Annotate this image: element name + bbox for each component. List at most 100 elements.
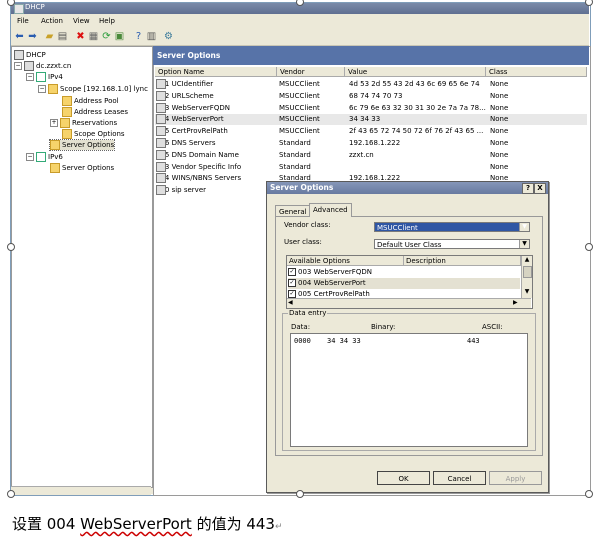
column-vendor[interactable]: Vendor xyxy=(277,67,345,77)
checkbox[interactable]: ✓ xyxy=(288,290,296,298)
options-icon[interactable]: ⚙ xyxy=(163,31,174,42)
server-icon xyxy=(24,61,34,71)
chevron-down-icon[interactable]: ▼ xyxy=(519,223,529,231)
option-list-item[interactable]: ✓ 003 WebServerFQDN xyxy=(288,267,520,278)
table-row[interactable]: 003 WebServerFQDN MSUCClient 6c 79 6e 63 3… xyxy=(155,102,587,114)
cell-text: Standard xyxy=(279,139,311,147)
resize-handle[interactable] xyxy=(585,490,593,498)
scroll-left-icon[interactable]: ◀ xyxy=(288,299,293,306)
tree-label: IPv4 xyxy=(48,73,63,81)
option-label: 003 WebServerFQDN xyxy=(298,268,372,276)
column-value[interactable]: Value xyxy=(345,67,486,77)
option-list-item[interactable]: ✓ 004 WebServerPort xyxy=(288,278,520,289)
cancel-button[interactable]: Cancel xyxy=(433,471,486,485)
cell-text: None xyxy=(490,80,509,88)
vendor-class-select[interactable]: MSUCClient ▼ xyxy=(374,222,530,232)
apply-button[interactable]: Apply xyxy=(489,471,542,485)
show-hide-tree-icon[interactable]: ▤ xyxy=(57,31,68,42)
cell-text: 2f 43 65 72 74 50 72 6f 76 2f 43 65 ... xyxy=(349,127,484,136)
menu-help[interactable]: Help xyxy=(99,17,115,25)
table-row[interactable]: 004 WebServerPort MSUCClient 34 34 33 None xyxy=(155,114,587,126)
ok-button[interactable]: OK xyxy=(377,471,430,485)
tree-item-scope[interactable]: − Scope [192.168.1.0] lync xyxy=(38,84,148,94)
cell-text: MSUCClient xyxy=(279,103,320,112)
menu-action[interactable]: Action xyxy=(41,17,63,25)
menu-view[interactable]: View xyxy=(73,17,90,25)
tree-horizontal-scrollbar[interactable] xyxy=(11,486,151,495)
delete-icon[interactable]: ✖ xyxy=(75,31,86,42)
refresh-icon[interactable]: ⟳ xyxy=(101,31,112,42)
table-row[interactable]: 005 CertProvRelPath MSUCClient 2f 43 65 72… xyxy=(155,126,587,137)
collapse-icon[interactable]: − xyxy=(38,85,46,93)
table-row[interactable]: 002 URLScheme MSUCClient 68 74 74 70 73 Non… xyxy=(155,90,587,102)
checkbox[interactable]: ✓ xyxy=(288,279,296,287)
forward-arrow-icon[interactable]: ➡ xyxy=(27,31,38,42)
export-icon[interactable]: ▣ xyxy=(114,31,125,42)
menu-file[interactable]: File xyxy=(17,17,29,25)
scroll-thumb[interactable] xyxy=(523,266,532,278)
user-class-select[interactable]: Default User Class ▼ xyxy=(374,239,530,249)
cell-text: 003 WebServerFQDN xyxy=(156,103,230,112)
option-label: 004 WebServerPort xyxy=(298,279,366,287)
cell-name: 043 Vendor Specific Info xyxy=(156,161,277,173)
properties-icon[interactable]: ▦ xyxy=(88,31,99,42)
horizontal-scrollbar[interactable]: ◀ ▶ xyxy=(287,298,531,308)
help-icon[interactable]: ? xyxy=(133,31,144,42)
column-class[interactable]: Class xyxy=(486,67,587,77)
cell-value: 192.168.1.222 xyxy=(349,138,487,149)
table-row[interactable]: 001 UCIdentifier MSUCClient 4d 53 2d 55 43… xyxy=(155,79,587,90)
cell-vendor: Standard xyxy=(279,138,345,149)
document-caption: 设置 004 WebServerPort 的值为 443↵ xyxy=(12,513,283,534)
tree-item-dhcp[interactable]: DHCP xyxy=(14,50,46,60)
table-row[interactable]: 015 DNS Domain Name Standard zzxt.cn None xyxy=(155,149,587,161)
tree-item-address-pool[interactable]: Address Pool xyxy=(62,96,119,106)
tree-item-ipv4[interactable]: − IPv4 xyxy=(26,72,63,82)
data-ascii-value[interactable]: 443 xyxy=(467,337,480,345)
cell-text: 34 34 33 xyxy=(349,115,381,124)
cell-text: None xyxy=(490,150,509,159)
column-available-options[interactable]: Available Options xyxy=(287,256,404,266)
console-icon[interactable]: ▥ xyxy=(146,31,157,42)
cell-class: None xyxy=(490,126,550,137)
resize-handle[interactable] xyxy=(7,243,15,251)
tree-item-ipv6[interactable]: − IPv6 xyxy=(26,152,63,162)
tree-item-address-leases[interactable]: Address Leases xyxy=(62,107,128,117)
tab-advanced[interactable]: Advanced xyxy=(309,203,352,217)
resize-handle[interactable] xyxy=(296,490,304,498)
up-folder-icon[interactable]: ▰ xyxy=(44,31,55,42)
chevron-down-icon[interactable]: ▼ xyxy=(519,240,529,248)
tree-label: Reservations xyxy=(72,119,118,127)
table-row[interactable]: 006 DNS Servers Standard 192.168.1.222 None xyxy=(155,138,587,149)
cell-name: 004 WebServerPort xyxy=(156,114,277,125)
expand-icon[interactable]: + xyxy=(50,119,58,127)
scroll-down-icon[interactable]: ▼ xyxy=(522,288,532,295)
table-row[interactable]: 043 Vendor Specific Info Standard None xyxy=(155,161,587,173)
cell-class: None xyxy=(490,162,550,173)
cell-text: 015 DNS Domain Name xyxy=(156,150,239,159)
data-binary-value[interactable]: 34 34 33 xyxy=(327,337,361,345)
data-entry-editor[interactable]: 0000 34 34 33 443 xyxy=(290,333,528,447)
cell-text: Standard xyxy=(279,162,311,171)
resize-handle[interactable] xyxy=(7,490,15,498)
close-button[interactable]: X xyxy=(534,183,546,194)
tree-item-server-options[interactable]: Server Options xyxy=(48,139,116,151)
collapse-icon[interactable]: − xyxy=(26,153,34,161)
column-option-name[interactable]: Option Name xyxy=(155,67,277,77)
collapse-icon[interactable]: − xyxy=(26,73,34,81)
tree-item-scope-options[interactable]: Scope Options xyxy=(62,129,125,139)
checkbox[interactable]: ✓ xyxy=(288,268,296,276)
caption-option-name: WebServerPort xyxy=(80,515,192,533)
collapse-icon[interactable]: − xyxy=(14,62,22,70)
tree-item-server[interactable]: − dc.zzxt.cn xyxy=(14,61,71,71)
back-arrow-icon[interactable]: ⬅ xyxy=(14,31,25,42)
scroll-right-icon[interactable]: ▶ xyxy=(513,299,518,306)
vertical-scrollbar[interactable]: ▲ ▼ xyxy=(521,256,532,298)
resize-handle[interactable] xyxy=(585,0,593,6)
scroll-up-icon[interactable]: ▲ xyxy=(522,256,532,263)
resize-handle[interactable] xyxy=(585,243,593,251)
folder-icon xyxy=(48,84,58,94)
column-description[interactable]: Description xyxy=(404,256,521,266)
tree-item-reservations[interactable]: + Reservations xyxy=(50,118,117,128)
help-button[interactable]: ? xyxy=(522,183,534,194)
tree-item-ipv6-server-options[interactable]: Server Options xyxy=(50,163,114,173)
